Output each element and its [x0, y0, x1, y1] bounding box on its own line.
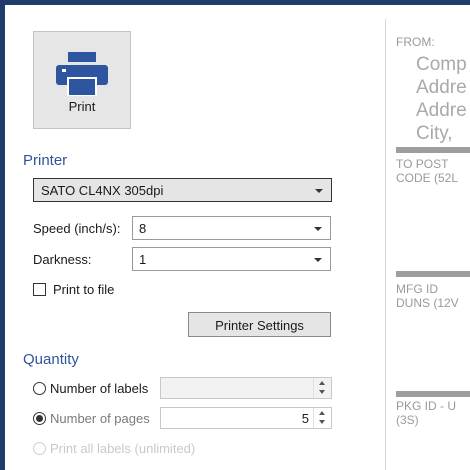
number-of-pages-radio[interactable] — [33, 412, 46, 425]
number-of-pages-value: 5 — [301, 411, 309, 426]
print-button[interactable]: Print — [33, 31, 131, 129]
spin-down-icon[interactable] — [319, 390, 325, 394]
spin-up-icon[interactable] — [319, 411, 325, 415]
print-button-label: Print — [68, 99, 96, 114]
darkness-value: 1 — [139, 252, 147, 267]
spin-down-icon[interactable] — [319, 420, 325, 424]
preview-pkg-line: (3S) — [396, 413, 419, 427]
number-of-labels-spin-buttons[interactable] — [313, 378, 331, 398]
number-of-labels-radio[interactable] — [33, 382, 46, 395]
number-of-pages-label: Number of pages — [50, 411, 150, 426]
print-all-labels-label: Print all labels (unlimited) — [50, 441, 196, 456]
printer-icon — [56, 52, 108, 96]
speed-label: Speed (inch/s): — [33, 221, 121, 236]
preview-divider — [396, 271, 470, 277]
preview-to-post-line: TO POST — [396, 157, 449, 171]
speed-value: 8 — [139, 221, 147, 236]
preview-from-line: Comp — [416, 54, 467, 75]
printer-settings-button[interactable]: Printer Settings — [188, 312, 331, 337]
preview-mfg-line: MFG ID — [396, 282, 438, 296]
preview-from-line: Addre — [416, 77, 467, 98]
darkness-label: Darkness: — [33, 252, 92, 267]
chevron-down-icon — [314, 258, 322, 262]
quantity-section-title: Quantity — [23, 351, 79, 368]
darkness-combo[interactable]: 1 — [132, 247, 331, 271]
preview-divider — [396, 147, 470, 153]
printer-dropdown-value: SATO CL4NX 305dpi — [41, 183, 164, 198]
speed-combo[interactable]: 8 — [132, 216, 331, 240]
printer-dropdown[interactable]: SATO CL4NX 305dpi — [33, 178, 332, 202]
chevron-down-icon — [315, 189, 323, 193]
preview-from-label: FROM: — [396, 35, 435, 49]
print-all-labels-radio[interactable] — [33, 442, 46, 455]
preview-pkg-line: PKG ID - U — [396, 399, 457, 413]
number-of-labels-stepper[interactable] — [160, 377, 332, 399]
print-to-file-checkbox[interactable] — [33, 283, 46, 296]
chevron-down-icon — [314, 227, 322, 231]
spin-up-icon[interactable] — [319, 381, 325, 385]
preview-mfg-line: DUNS (12V — [396, 296, 459, 310]
print-dialog-panel: Print Printer SATO CL4NX 305dpi Speed (i… — [5, 5, 470, 470]
preview-divider — [396, 391, 470, 397]
number-of-pages-spin-buttons[interactable] — [313, 408, 331, 428]
number-of-pages-stepper[interactable]: 5 — [160, 407, 332, 429]
print-to-file-label: Print to file — [53, 282, 115, 297]
number-of-labels-label: Number of labels — [50, 381, 149, 396]
printer-section-title: Printer — [23, 152, 68, 169]
preview-from-line: City, — [416, 123, 453, 144]
label-preview: FROM: Comp Addre Addre City, TO POST COD… — [385, 19, 470, 470]
preview-from-line: Addre — [416, 100, 467, 121]
preview-to-post-line: CODE (52L — [396, 171, 459, 185]
